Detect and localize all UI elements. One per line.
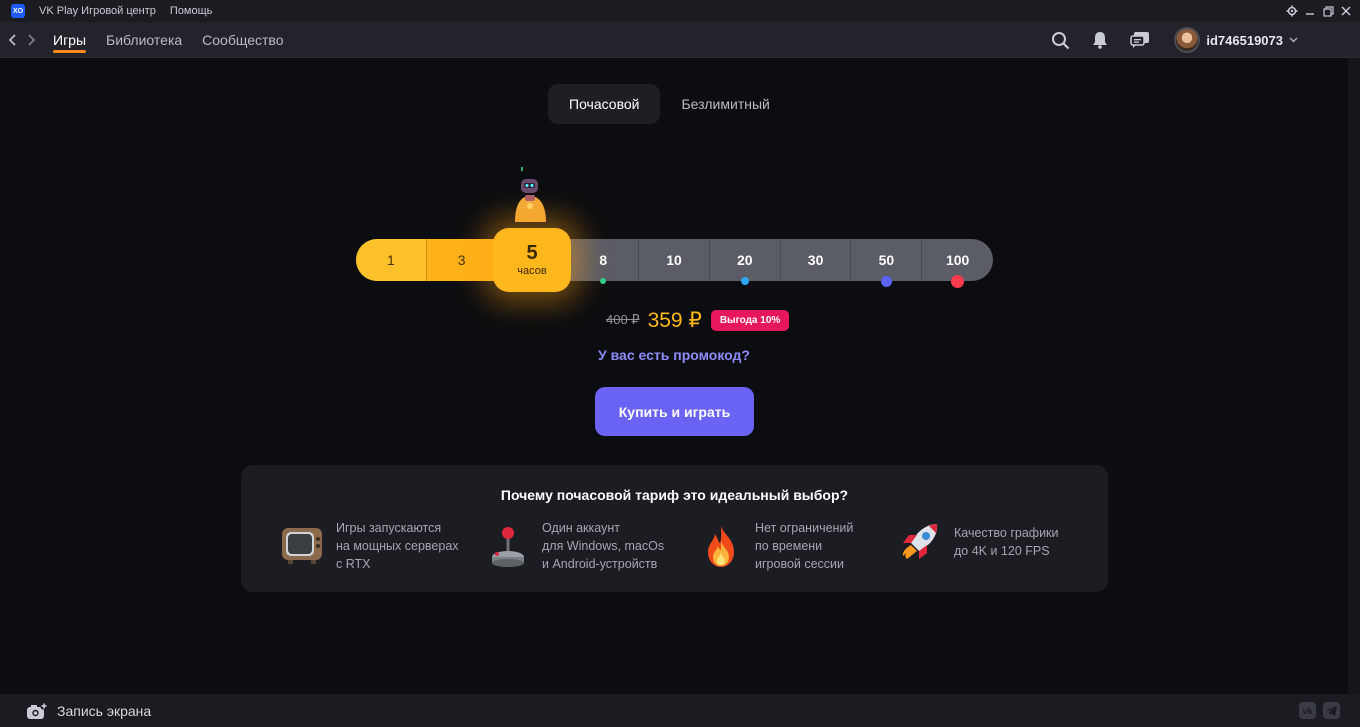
green-dot-icon	[600, 278, 607, 284]
gear-icon[interactable]	[1284, 3, 1300, 19]
benefit-text: Нет ограничений по времени игровой сесси…	[755, 521, 854, 571]
help-menu[interactable]: Помощь	[170, 5, 213, 17]
chevron-down-icon	[1289, 35, 1298, 46]
old-price: 400 ₽	[606, 312, 640, 327]
screen-record-label[interactable]: Запись экрана	[57, 703, 151, 719]
vk-play-logo-icon: XO	[11, 4, 25, 18]
hours-slider[interactable]: 1 3 8 10 20 30 50 100	[356, 239, 993, 288]
selected-hours-unit: часов	[517, 265, 547, 277]
hours-option-20[interactable]: 20	[710, 239, 781, 285]
price-row: 400 ₽ 359 ₽ Выгода 10%	[606, 308, 790, 332]
joystick-icon	[492, 527, 524, 567]
close-icon[interactable]	[1338, 3, 1354, 19]
avatar	[1174, 27, 1201, 53]
username: id746519073	[1206, 32, 1283, 48]
tab-hourly-plan[interactable]: Почасовой	[548, 84, 661, 124]
tab-library[interactable]: Библиотека	[106, 22, 182, 58]
benefit-text: Один аккаунт для Windows, macOs и Androi…	[542, 521, 665, 571]
back-icon[interactable]	[5, 30, 19, 50]
benefit-text: Качество графики до 4K и 120 FPS	[954, 526, 1059, 558]
fire-icon	[708, 526, 734, 567]
hours-slider-knob[interactable]: 5 часов	[493, 228, 571, 292]
hours-option-50[interactable]: 50	[851, 239, 923, 287]
screen-record-icon[interactable]	[26, 701, 48, 720]
tab-unlimited-plan[interactable]: Безлимитный	[660, 84, 790, 124]
promo-code-link[interactable]: У вас есть промокод?	[0, 347, 1348, 363]
hours-option-30[interactable]: 30	[781, 239, 852, 281]
chat-icon[interactable]	[1130, 30, 1150, 50]
benefits-title: Почему почасовой тариф это идеальный выб…	[500, 487, 849, 503]
benefit-item: Один аккаунт для Windows, macOs и Androi…	[485, 519, 664, 573]
rocket-icon	[902, 524, 938, 559]
benefit-item: Качество графики до 4K и 120 FPS	[897, 519, 1059, 565]
title-bar: XO VK Play Игровой центр Помощь	[0, 0, 1360, 22]
main-content: Почасовой Безлимитный 1 3 8 10 20 30 50 …	[0, 58, 1348, 694]
blue-dot-icon	[740, 277, 749, 285]
hours-option-8[interactable]: 8	[568, 239, 640, 284]
minimize-icon[interactable]	[1302, 3, 1318, 19]
benefits-card: Почему почасовой тариф это идеальный выб…	[241, 465, 1108, 592]
hours-option-10[interactable]: 10	[639, 239, 710, 281]
window-controls	[1284, 0, 1354, 22]
benefit-item: Игры запускаются на мощных серверах с RT…	[279, 519, 459, 573]
user-menu[interactable]: id746519073	[1174, 27, 1298, 53]
hours-option-100[interactable]: 100	[922, 239, 993, 288]
bottom-bar: Запись экрана vk	[0, 694, 1360, 727]
restore-icon[interactable]	[1320, 3, 1336, 19]
social-links: vk	[1299, 702, 1340, 719]
benefit-item: Нет ограничений по времени игровой сесси…	[698, 519, 853, 573]
scrollbar[interactable]	[1348, 58, 1360, 694]
bell-icon[interactable]	[1090, 30, 1110, 50]
plan-switcher: Почасовой Безлимитный	[548, 84, 791, 124]
tab-community[interactable]: Сообщество	[202, 22, 283, 58]
search-icon[interactable]	[1050, 30, 1070, 50]
buy-and-play-button[interactable]: Купить и играть	[595, 387, 754, 436]
tab-games[interactable]: Игры	[53, 22, 87, 58]
app-title: VK Play Игровой центр	[39, 5, 156, 17]
selected-hours: 5	[526, 242, 538, 264]
discount-badge: Выгода 10%	[710, 309, 790, 331]
tv-icon	[282, 528, 322, 564]
hours-option-1[interactable]: 1	[356, 239, 427, 281]
top-navigation: Игры Библиотека Сообщество id746519073	[0, 22, 1360, 58]
hours-option-3[interactable]: 3	[426, 239, 498, 281]
red-dot-icon	[951, 275, 965, 288]
forward-icon[interactable]	[25, 30, 39, 50]
benefit-text: Игры запускаются на мощных серверах с RT…	[336, 521, 459, 571]
telegram-icon[interactable]	[1323, 702, 1340, 719]
new-price: 359 ₽	[647, 308, 702, 332]
vk-icon[interactable]: vk	[1299, 702, 1316, 719]
robot-mascot-icon	[515, 167, 546, 222]
indigo-dot-icon	[880, 276, 892, 287]
